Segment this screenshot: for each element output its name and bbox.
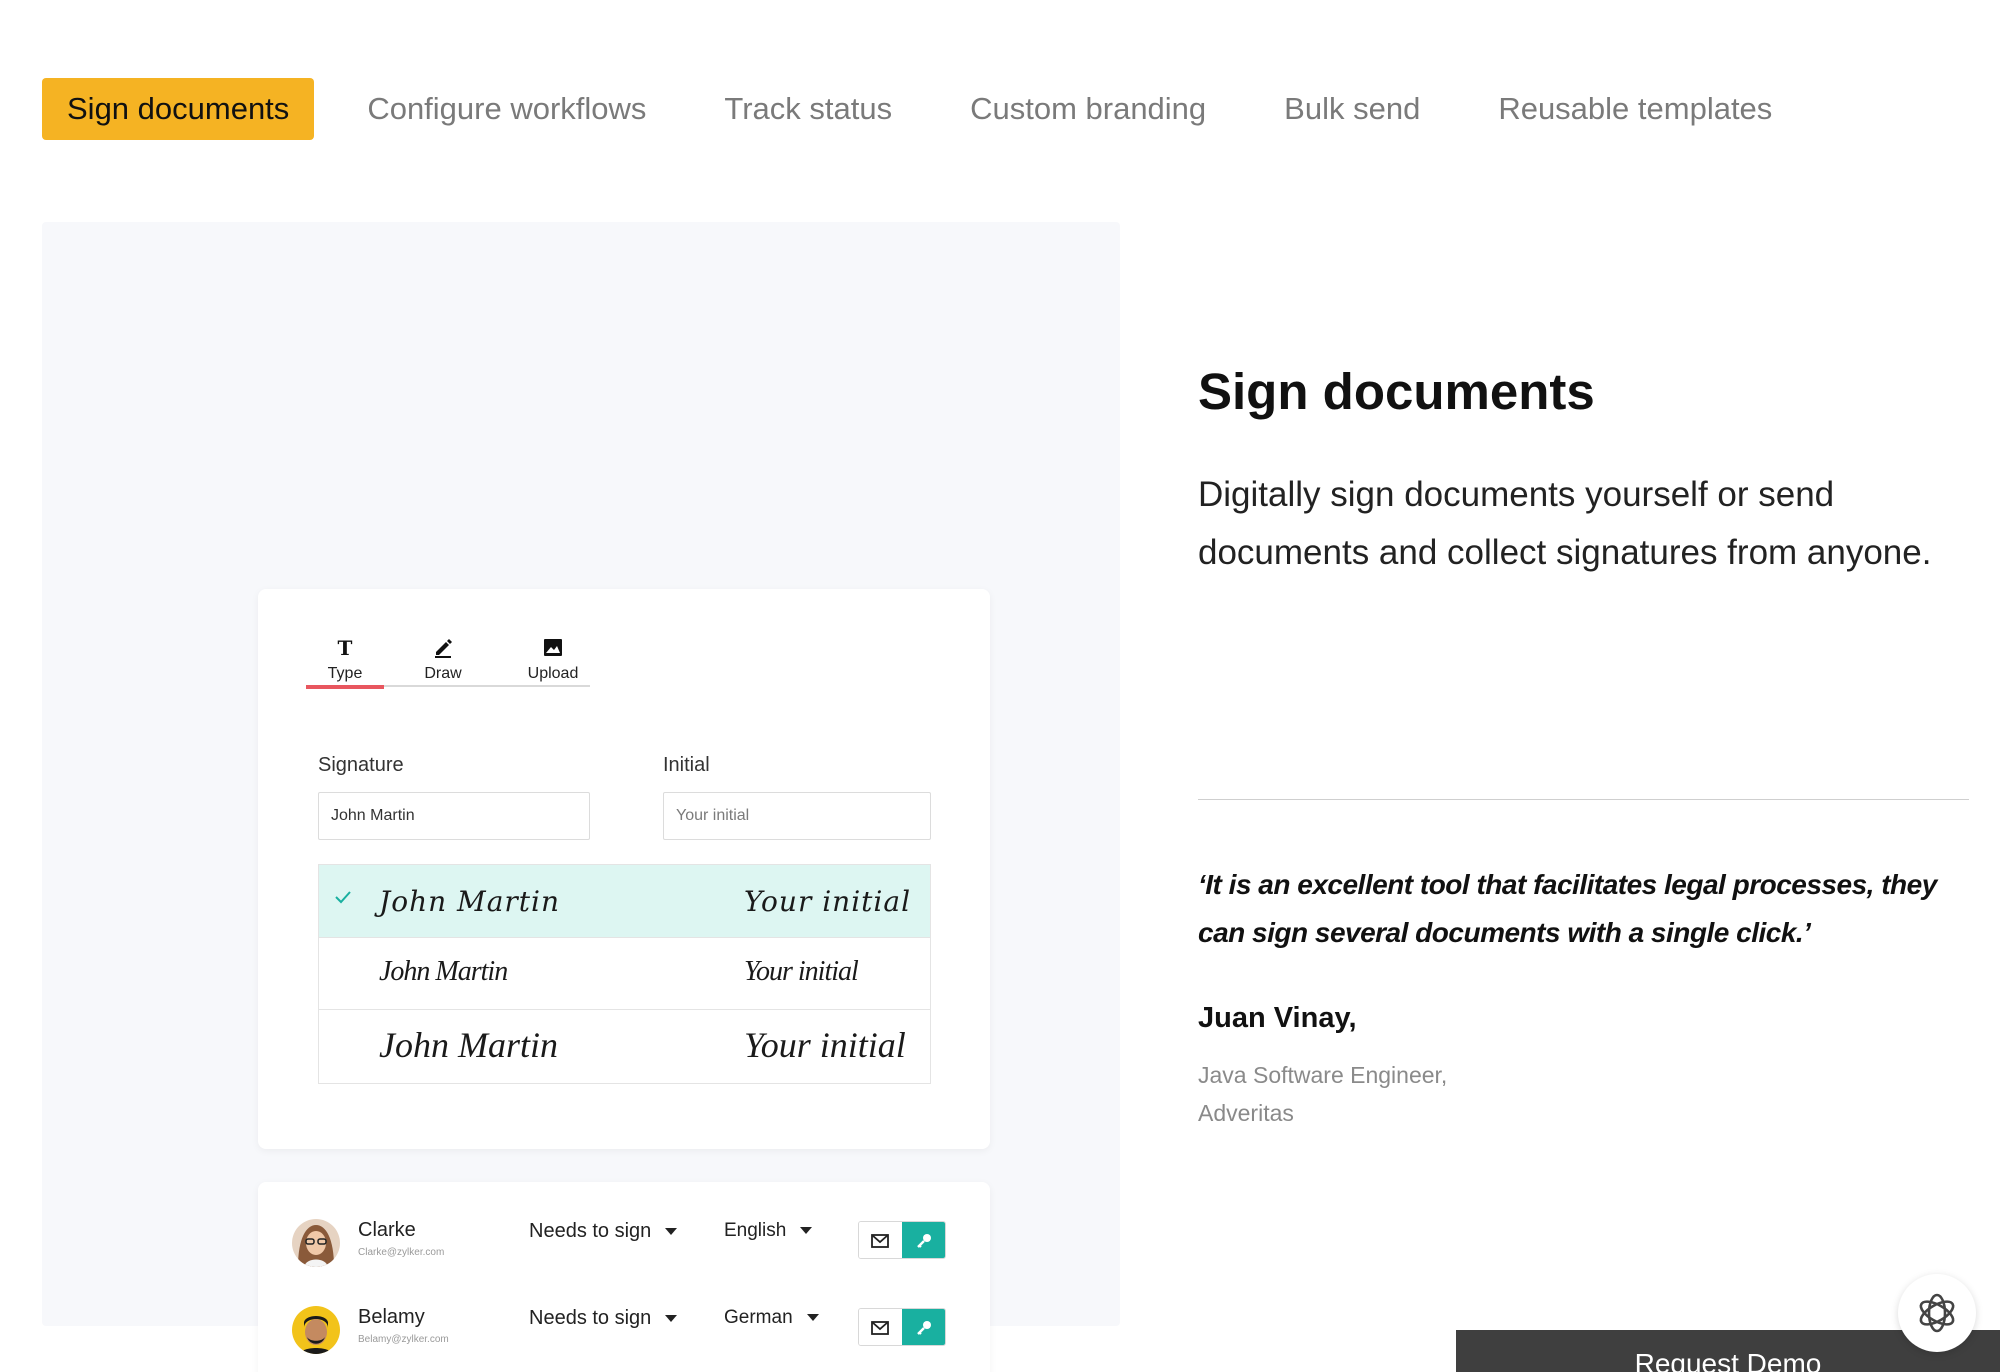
mode-label-type: Type	[327, 665, 363, 682]
tab-configure-workflows[interactable]: Configure workflows	[342, 78, 671, 140]
recipient-actions	[858, 1221, 946, 1259]
signature-input[interactable]	[318, 792, 590, 840]
key-icon	[916, 1321, 931, 1335]
mode-label-upload: Upload	[527, 665, 579, 682]
author-title: Java Software Engineer,	[1198, 1062, 1448, 1088]
image-icon	[514, 635, 592, 659]
feature-heading: Sign documents	[1198, 363, 1595, 420]
active-mode-indicator	[306, 685, 384, 689]
mode-tab-draw[interactable]: Draw	[404, 635, 482, 683]
recipient-email: Belamy@zylker.com	[358, 1334, 449, 1345]
language-dropdown[interactable]: German	[724, 1307, 819, 1329]
signature-style-option[interactable]: John Martin Your initial	[319, 937, 930, 1009]
check-icon	[333, 887, 353, 907]
role-value: Needs to sign	[529, 1220, 652, 1242]
language-value: English	[724, 1220, 787, 1241]
tab-bulk-send[interactable]: Bulk send	[1259, 78, 1445, 140]
signature-preview: John Martin	[379, 885, 561, 918]
caret-down-icon	[806, 1314, 819, 1322]
testimonial-author: Juan Vinay,	[1198, 1002, 1357, 1034]
recipient-name: Belamy	[358, 1306, 425, 1328]
initial-input[interactable]	[663, 792, 931, 840]
initial-label: Initial	[663, 754, 710, 776]
initial-preview: Your initial	[744, 956, 859, 987]
svg-text:T: T	[338, 636, 353, 659]
mail-icon	[870, 1321, 889, 1335]
role-dropdown[interactable]: Needs to sign	[529, 1220, 678, 1243]
access-code-button[interactable]	[902, 1222, 945, 1258]
feature-tabs: Sign documents Configure workflows Track…	[42, 78, 1797, 140]
tab-track-status[interactable]: Track status	[699, 78, 917, 140]
tab-sign-documents[interactable]: Sign documents	[42, 78, 315, 140]
text-type-icon: T	[306, 635, 384, 660]
mode-label-draw: Draw	[424, 665, 462, 682]
avatar	[292, 1219, 340, 1267]
signature-style-option[interactable]: John Martin Your initial	[319, 865, 930, 937]
email-button[interactable]	[859, 1309, 902, 1345]
signature-preview: John Martin	[379, 956, 508, 987]
recipient-email: Clarke@zylker.com	[358, 1247, 445, 1258]
caret-down-icon	[665, 1315, 678, 1323]
tab-custom-branding[interactable]: Custom branding	[945, 78, 1231, 140]
initial-preview: Your initial	[744, 1025, 906, 1065]
tab-reusable-templates[interactable]: Reusable templates	[1473, 78, 1797, 140]
openai-logo-icon	[1919, 1293, 1955, 1333]
signature-mode-tabs: T Type Draw Upload	[306, 635, 590, 687]
avatar	[292, 1306, 340, 1354]
signature-style-list: John Martin Your initial John Martin You…	[318, 864, 931, 1084]
language-dropdown[interactable]: English	[724, 1220, 813, 1242]
pencil-icon	[404, 635, 482, 659]
testimonial-quote: ‘It is an excellent tool that facilitate…	[1198, 869, 1937, 948]
role-value: Needs to sign	[529, 1307, 652, 1329]
key-icon	[916, 1234, 931, 1248]
language-value: German	[724, 1307, 793, 1328]
initial-preview: Your initial	[744, 885, 912, 918]
divider	[1198, 799, 1969, 800]
caret-down-icon	[800, 1227, 813, 1235]
chat-assistant-button[interactable]	[1898, 1274, 1976, 1352]
role-dropdown[interactable]: Needs to sign	[529, 1307, 678, 1330]
email-button[interactable]	[859, 1222, 902, 1258]
signature-style-option[interactable]: John Martin Your initial	[319, 1009, 930, 1083]
signature-card: T Type Draw Upload Signature Initial Joh…	[258, 589, 990, 1149]
access-code-button[interactable]	[902, 1309, 945, 1345]
mode-tab-upload[interactable]: Upload	[514, 635, 592, 683]
mode-tab-type[interactable]: T Type	[306, 635, 384, 683]
recipient-row: Clarke Clarke@zylker.com Needs to sign E…	[292, 1215, 962, 1275]
signature-preview: John Martin	[379, 1025, 558, 1065]
mail-icon	[870, 1234, 889, 1248]
feature-showcase-panel: T Type Draw Upload Signature Initial Joh…	[42, 222, 1120, 1372]
feature-description: Digitally sign documents yourself or sen…	[1198, 475, 1932, 572]
signature-label: Signature	[318, 754, 404, 776]
recipient-name: Clarke	[358, 1219, 416, 1241]
recipient-actions	[858, 1308, 946, 1346]
author-company: Adveritas	[1198, 1100, 1294, 1126]
recipient-row: Belamy Belamy@zylker.com Needs to sign G…	[292, 1302, 962, 1362]
caret-down-icon	[665, 1228, 678, 1236]
recipients-card: Clarke Clarke@zylker.com Needs to sign E…	[258, 1182, 990, 1372]
